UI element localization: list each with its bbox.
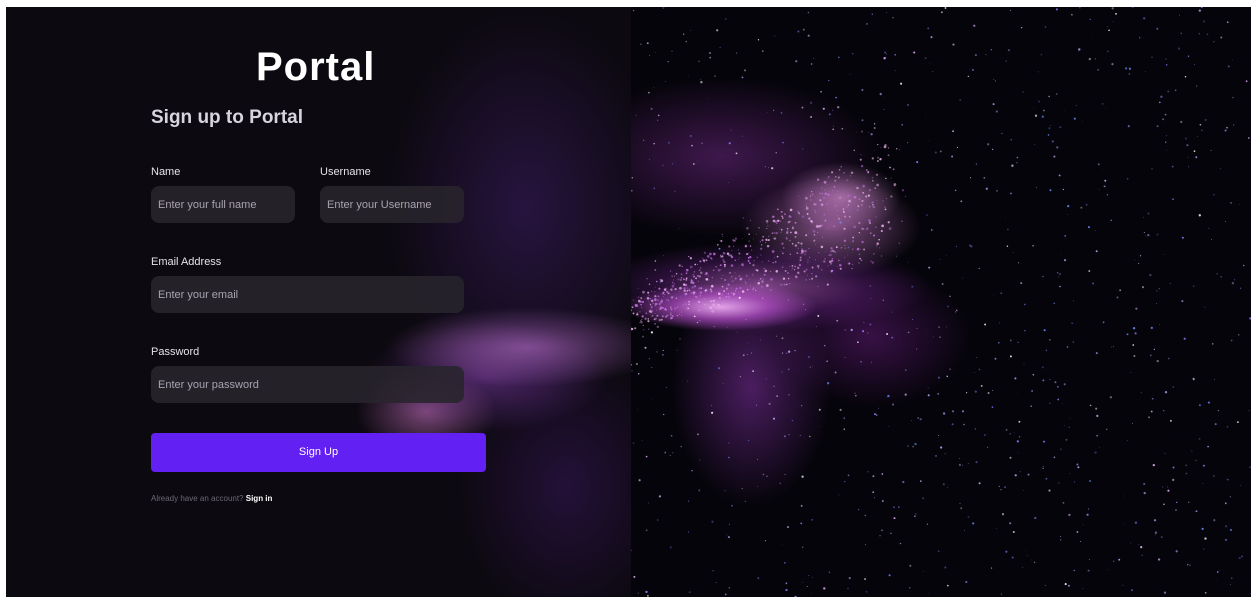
password-label: Password bbox=[151, 346, 200, 358]
sign-in-link[interactable]: Sign in bbox=[246, 494, 273, 503]
password-field[interactable] bbox=[151, 366, 464, 403]
email-field[interactable] bbox=[151, 276, 464, 313]
email-label: Email Address bbox=[151, 256, 222, 268]
logo-text: Portal bbox=[256, 45, 376, 89]
username-field[interactable] bbox=[320, 186, 464, 223]
name-label: Name bbox=[151, 166, 181, 178]
portal-logo: Portal bbox=[256, 45, 375, 90]
starfield bbox=[631, 7, 1251, 597]
signin-prompt-text: Already have an account? bbox=[151, 494, 244, 503]
particle-artwork bbox=[631, 7, 1251, 597]
signin-prompt: Already have an account? Sign in bbox=[151, 494, 272, 503]
name-field[interactable] bbox=[151, 186, 295, 223]
sign-up-button[interactable]: Sign Up bbox=[151, 433, 486, 472]
signup-page: Portal Sign up to Portal Name Username E… bbox=[6, 7, 1251, 597]
username-label: Username bbox=[320, 166, 371, 178]
page-title: Sign up to Portal bbox=[151, 107, 303, 128]
